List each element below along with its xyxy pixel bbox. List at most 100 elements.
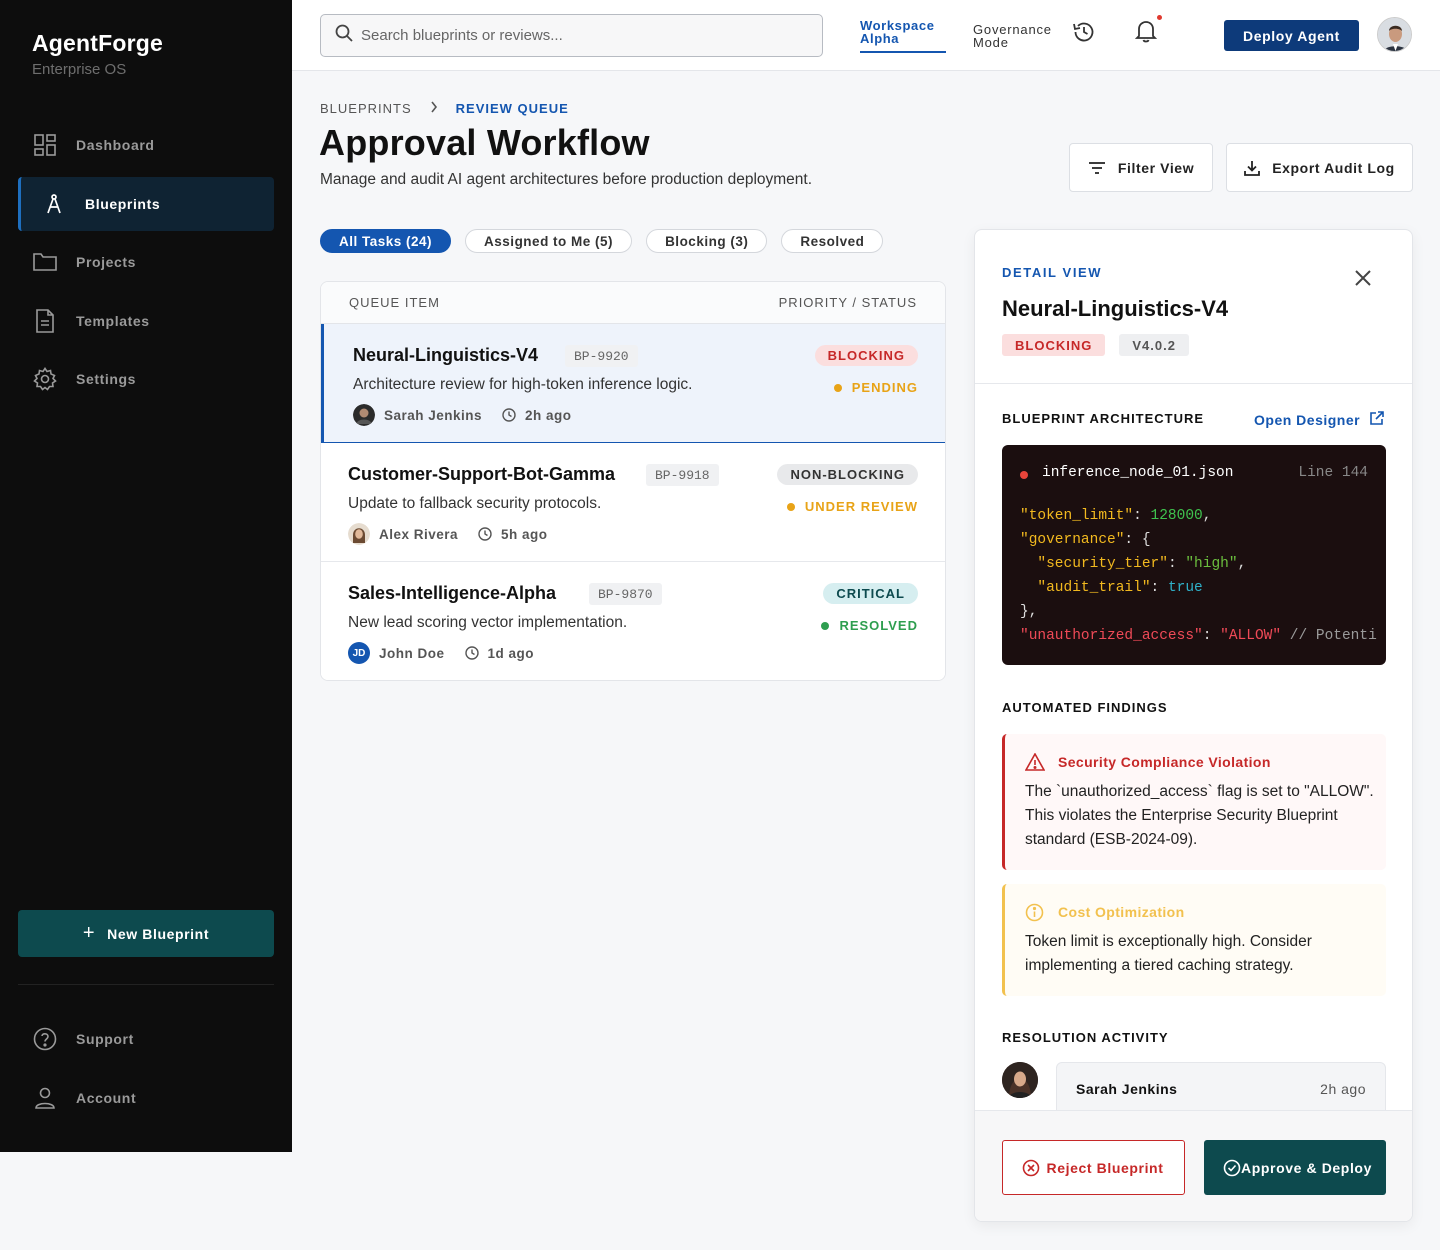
finding-title: Security Compliance Violation (1058, 754, 1271, 770)
row-title: Neural-Linguistics-V4 (353, 345, 539, 365)
sidebar-item-projects[interactable]: Projects (18, 235, 274, 289)
search-input[interactable] (361, 27, 801, 44)
filter-chips: All Tasks (24) Assigned to Me (5) Blocki… (320, 229, 884, 253)
brand-subtitle: Enterprise OS (32, 61, 127, 78)
cancel-circle-icon (1022, 1159, 1040, 1177)
check-circle-icon (1223, 1159, 1241, 1177)
sidebar-item-label: Blueprints (85, 195, 161, 212)
new-blueprint-button[interactable]: + New Blueprint (18, 910, 274, 957)
clock-icon (478, 527, 492, 541)
tab-governance-mode[interactable]: Governance Mode (973, 23, 1063, 49)
detail-label: DETAIL VIEW (1002, 265, 1103, 280)
row-time: 2h ago (525, 407, 572, 423)
document-icon (32, 308, 58, 334)
breadcrumb-blueprints[interactable]: BLUEPRINTS (320, 101, 412, 116)
sidebar-item-label: Settings (76, 371, 137, 387)
bell-icon[interactable] (1134, 19, 1158, 48)
queue-header: QUEUE ITEM PRIORITY / STATUS (321, 282, 945, 324)
row-time: 5h ago (501, 526, 548, 542)
code-token: : (1202, 628, 1221, 644)
dashboard-icon (32, 132, 58, 158)
file-status-dot (1020, 471, 1028, 479)
chip-all-tasks[interactable]: All Tasks (24) (320, 229, 452, 253)
activity-time: 2h ago (1320, 1081, 1366, 1097)
version-badge: V4.0.2 (1119, 334, 1189, 356)
warning-icon (1024, 752, 1046, 776)
code-token: "audit_trail" (1020, 580, 1151, 596)
code-token: // Potenti (1281, 628, 1377, 644)
avatar[interactable] (1377, 17, 1412, 52)
finding-security[interactable]: Security Compliance Violation The `unaut… (1002, 734, 1386, 870)
open-designer-link[interactable]: Open Designer (1254, 411, 1384, 428)
finding-body: The `unauthorized_access` flag is set to… (1025, 783, 1374, 848)
brand-logo[interactable]: AgentForge (32, 30, 163, 57)
code-token: "security_tier" (1020, 556, 1168, 572)
approve-label: Approve & Deploy (1241, 1159, 1372, 1176)
deploy-agent-button[interactable]: Deploy Agent (1224, 20, 1359, 51)
tab-workspace-alpha[interactable]: Workspace Alpha (860, 19, 946, 53)
row-title: Customer-Support-Bot-Gamma (348, 464, 616, 484)
top-bar: Workspace Alpha Governance Mode Deploy A… (292, 0, 1440, 71)
table-row[interactable]: Neural-Linguistics-V4 BP-9920 Architectu… (321, 324, 945, 443)
sidebar-item-settings[interactable]: Settings (18, 352, 274, 406)
chip-resolved[interactable]: Resolved (781, 229, 884, 253)
code-line: "unauthorized_access": "ALLOW" // Potent… (1020, 628, 1377, 644)
status-label: RESOLVED (821, 618, 918, 633)
history-icon[interactable] (1072, 20, 1096, 49)
finding-cost[interactable]: Cost Optimization Token limit is excepti… (1002, 884, 1386, 996)
chip-blocking[interactable]: Blocking (3) (646, 229, 768, 253)
row-meta: Alex Rivera 5h ago (348, 523, 548, 545)
blocking-badge: BLOCKING (1002, 334, 1106, 356)
export-audit-log-button[interactable]: Export Audit Log (1226, 143, 1413, 192)
code-filename: inference_node_01.json (1042, 465, 1234, 481)
finding-body: Token limit is exceptionally high. Consi… (1025, 933, 1312, 974)
sidebar-item-dashboard[interactable]: Dashboard (18, 118, 274, 172)
code-line: }, (1020, 604, 1037, 620)
priority-badge: BLOCKING (814, 345, 918, 366)
code-token: : { (1124, 532, 1151, 548)
code-token: , (1237, 556, 1247, 572)
filter-view-button[interactable]: Filter View (1069, 143, 1213, 192)
table-row[interactable]: Sales-Intelligence-Alpha BP-9870 New lea… (321, 562, 945, 680)
breadcrumb: BLUEPRINTS REVIEW QUEUE (320, 101, 569, 116)
page-title: Approval Workflow (319, 122, 650, 163)
row-user: Sarah Jenkins (384, 407, 483, 423)
code-preview[interactable]: inference_node_01.json Line 144 "token_l… (1002, 445, 1386, 665)
activity-heading: RESOLUTION ACTIVITY (1002, 1030, 1169, 1045)
chip-assigned-to-me[interactable]: Assigned to Me (5) (465, 229, 633, 253)
row-meta: Sarah Jenkins 2h ago (353, 404, 572, 426)
folder-icon (32, 249, 58, 275)
approve-deploy-button[interactable]: Approve & Deploy (1204, 1140, 1386, 1195)
search-box[interactable] (320, 14, 823, 57)
plus-icon: + (82, 922, 96, 944)
sidebar-item-label: Projects (76, 254, 137, 270)
table-row[interactable]: Customer-Support-Bot-Gamma BP-9918 Updat… (321, 443, 945, 562)
code-token: }, (1020, 604, 1038, 620)
sidebar-item-blueprints[interactable]: Blueprints (18, 176, 274, 231)
review-queue-table: QUEUE ITEM PRIORITY / STATUS Neural-Ling… (320, 281, 946, 681)
architecture-heading: BLUEPRINT ARCHITECTURE (1002, 411, 1205, 426)
reject-blueprint-button[interactable]: Reject Blueprint (1002, 1140, 1185, 1195)
open-designer-label: Open Designer (1254, 411, 1361, 428)
status-text: UNDER REVIEW (804, 499, 918, 514)
code-token: "governance" (1020, 532, 1125, 548)
avatar (1002, 1062, 1038, 1098)
status-text: PENDING (851, 380, 918, 395)
code-token: , (1202, 508, 1212, 524)
sidebar-item-account[interactable]: Account (18, 1071, 274, 1125)
code-token: "unauthorized_access" (1020, 628, 1203, 644)
sidebar-item-support[interactable]: Support (18, 1012, 274, 1066)
code-token: : (1133, 508, 1151, 524)
sidebar-item-templates[interactable]: Templates (18, 294, 274, 348)
code-line: "security_tier": "high", (1020, 556, 1246, 572)
sidebar-item-label: Support (76, 1031, 134, 1047)
detail-badges: BLOCKING V4.0.2 (1002, 334, 1189, 356)
code-token: "high" (1185, 556, 1238, 572)
avatar-initials: JD (348, 642, 370, 664)
export-audit-log-label: Export Audit Log (1272, 159, 1395, 176)
close-icon[interactable] (1353, 268, 1373, 293)
row-title: Sales-Intelligence-Alpha (348, 583, 557, 603)
breadcrumb-review-queue[interactable]: REVIEW QUEUE (456, 101, 569, 116)
status-label: UNDER REVIEW (786, 499, 918, 514)
filter-view-label: Filter View (1117, 159, 1195, 176)
